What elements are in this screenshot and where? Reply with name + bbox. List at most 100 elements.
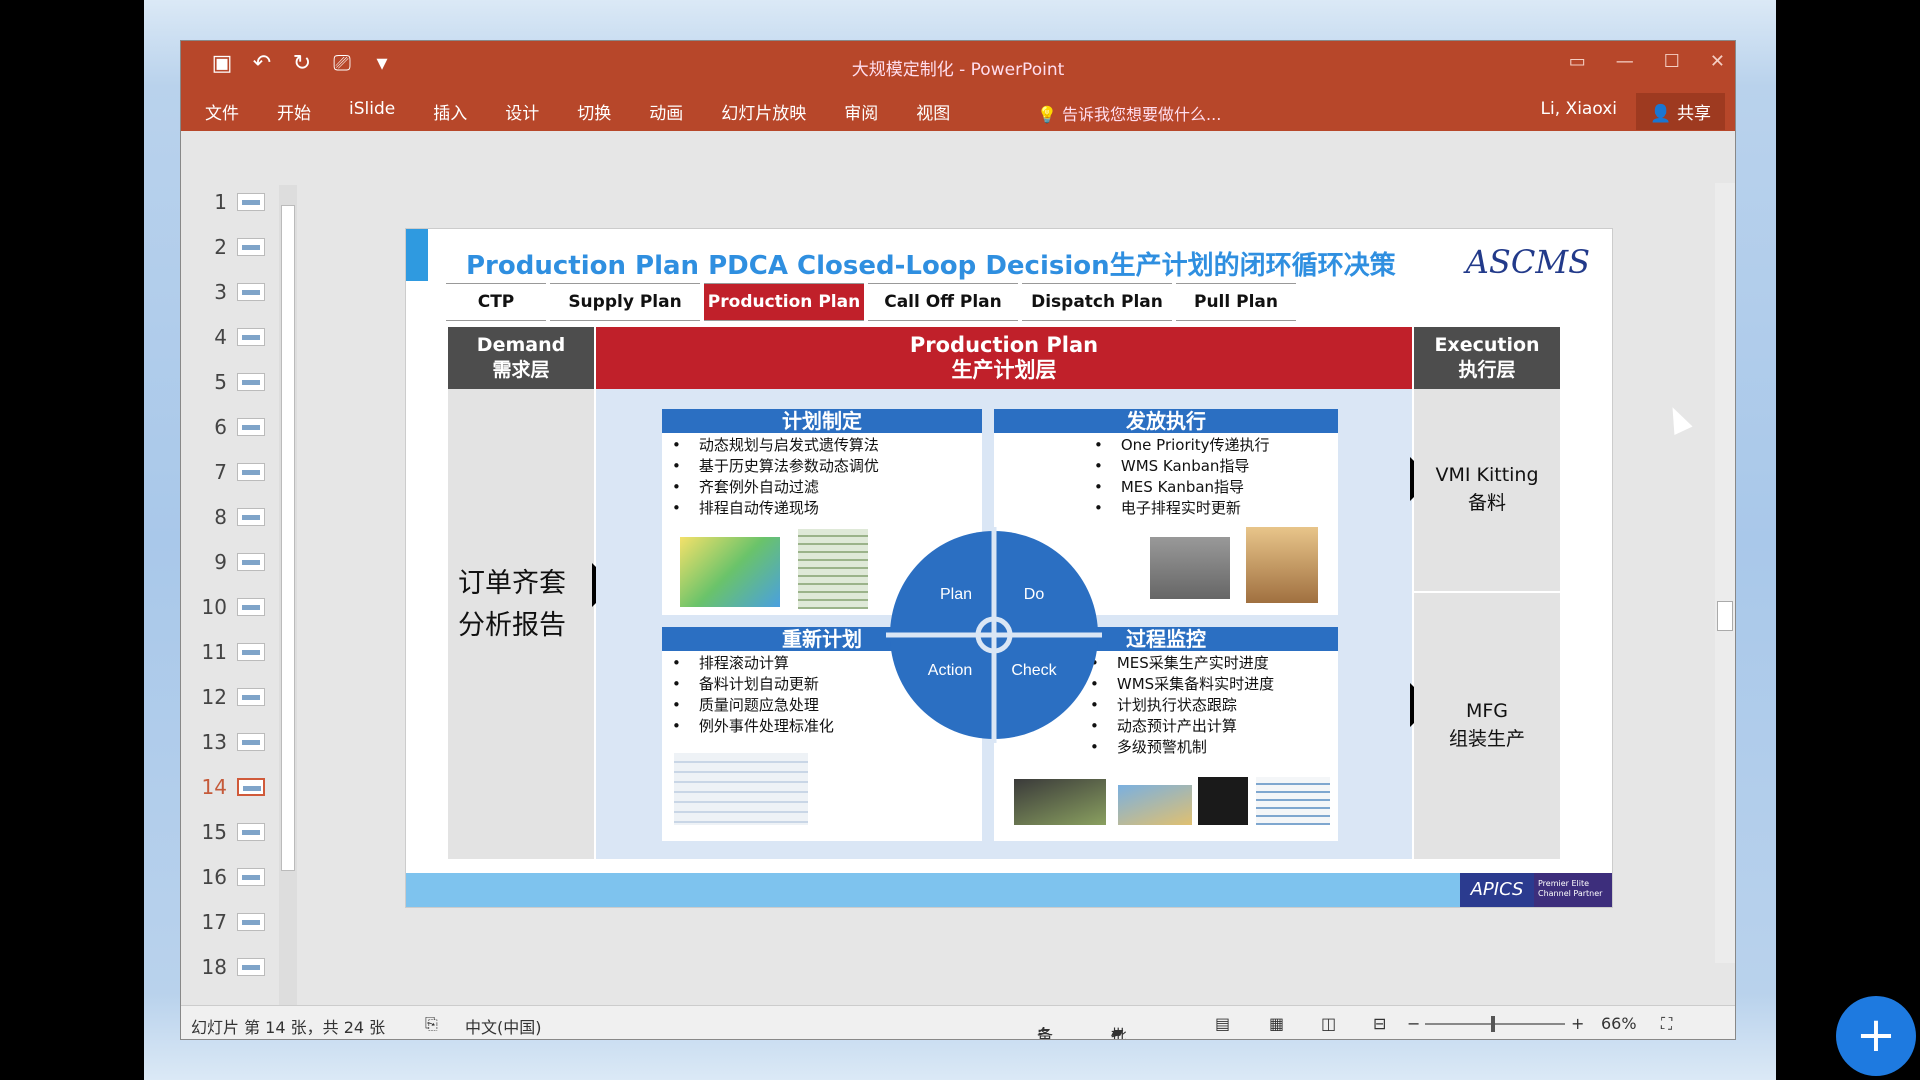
plan-header-en: Production Plan (909, 333, 1099, 357)
tab-transitions[interactable]: 切换 (577, 99, 611, 124)
partner-badge: Premier Elite Channel Partner (1534, 873, 1612, 907)
person-icon: 👤 (1650, 104, 1672, 124)
add-button[interactable]: + (1836, 996, 1916, 1076)
spellcheck-icon[interactable]: ⎘ (425, 1014, 438, 1034)
zoom-level[interactable]: 66% (1601, 1014, 1637, 1033)
slide-number: 16 (201, 865, 227, 889)
powerpoint-window: ▣ ↶ ↻ ⎚ ▾ 大规模定制化 - PowerPoint ▭ — ☐ ✕ 文件… (180, 40, 1736, 1040)
minimize-icon[interactable]: — (1616, 51, 1634, 72)
action-quadrant-list: 排程滚动计算 备料计划自动更新 质量问题应急处理 例外事件处理标准化 (672, 653, 834, 737)
close-icon[interactable]: ✕ (1710, 51, 1725, 72)
zoom-slider[interactable] (1425, 1023, 1565, 1025)
list-item: 例外事件处理标准化 (672, 716, 834, 737)
pdca-plan-label: Plan (940, 586, 972, 603)
share-button[interactable]: 👤 共享 (1636, 93, 1725, 130)
normal-view-icon[interactable]: ▤ (1215, 1014, 1230, 1033)
list-item: 质量问题应急处理 (672, 695, 834, 716)
share-label: 共享 (1677, 104, 1711, 124)
list-item: 多级预警机制 (1090, 737, 1274, 758)
list-item: MES采集生产实时进度 (1090, 653, 1274, 674)
vmi-kitting-en: VMI Kitting (1435, 464, 1539, 486)
tab-slideshow[interactable]: 幻灯片放映 (721, 99, 806, 124)
slide-preview (237, 373, 265, 391)
slide-sorter-icon[interactable]: ▦ (1269, 1014, 1284, 1033)
plan-header: Production Plan 生产计划层 (596, 327, 1412, 389)
scrollbar-thumb[interactable] (1717, 601, 1733, 631)
list-item: 基于历史算法参数动态调优 (672, 456, 879, 477)
notes-label: 备注 (1037, 1026, 1054, 1040)
mfg-en: MFG (1465, 700, 1509, 722)
slide-preview (237, 238, 265, 256)
ribbon-display-icon[interactable]: ▭ (1569, 51, 1586, 72)
scrollbar-thumb[interactable] (281, 205, 295, 871)
plan-header-cn: 生产计划层 (951, 358, 1057, 382)
production-line-image (1014, 779, 1106, 825)
fit-slide-icon[interactable]: ⛶ (1661, 1014, 1672, 1034)
list-item: WMS Kanban指导 (1094, 456, 1270, 477)
slideshow-icon[interactable]: ⊟ (1373, 1014, 1386, 1033)
worker-image (1246, 527, 1318, 603)
tab-home[interactable]: 开始 (277, 99, 311, 124)
title-bar: ▣ ↶ ↻ ⎚ ▾ 大规模定制化 - PowerPoint ▭ — ☐ ✕ (181, 41, 1735, 89)
demand-header-cn: 需求层 (492, 359, 550, 381)
execution-header-en: Execution (1434, 334, 1540, 356)
slide-scrollbar[interactable] (1715, 183, 1735, 963)
step-production-plan: Production Plan (704, 283, 864, 321)
tab-animations[interactable]: 动画 (649, 99, 683, 124)
step-supply-plan: Supply Plan (550, 283, 700, 321)
zoom-out-button[interactable]: − (1407, 1014, 1420, 1033)
slide-canvas[interactable]: Production Plan PDCA Closed-Loop Decisio… (405, 228, 1613, 908)
ascms-logo: ASCMS (1465, 243, 1590, 281)
slide-preview (237, 778, 265, 796)
pdca-do-segment (994, 531, 1098, 635)
step-dispatch-plan: Dispatch Plan (1022, 283, 1172, 321)
maximize-icon[interactable]: ☐ (1664, 51, 1680, 72)
do-quadrant-title: 发放执行 (994, 409, 1338, 433)
language-text[interactable]: 中文(中国) (465, 1014, 542, 1038)
status-bar: 幻灯片 第 14 张，共 24 张 ⎘ 中文(中国) ≐ 备注 ▰ 批注 ▤ ▦… (181, 1005, 1735, 1040)
tab-insert[interactable]: 插入 (433, 99, 467, 124)
slide-preview (237, 508, 265, 526)
thumbnail-scrollbar[interactable] (279, 185, 297, 1037)
slide-count-text: 幻灯片 第 14 张，共 24 张 (191, 1018, 386, 1037)
plus-icon: + (1855, 1007, 1897, 1063)
list-item: 排程自动传递现场 (672, 498, 879, 519)
lightbulb-icon: 💡 (1037, 105, 1057, 124)
mfg-cn: 组装生产 (1448, 728, 1525, 750)
tab-design[interactable]: 设计 (505, 99, 539, 124)
window-title: 大规模定制化 - PowerPoint (851, 60, 1065, 80)
ribbon-tabs: 文件 开始 iSlide 插入 设计 切换 动画 幻灯片放映 审阅 视图 💡 告… (181, 89, 1735, 131)
tab-review[interactable]: 审阅 (844, 99, 878, 124)
user-name[interactable]: Li, Xiaoxi (1541, 99, 1617, 119)
list-item: 电子排程实时更新 (1094, 498, 1270, 519)
execution-panel: VMI Kitting 备料 MFG 组装生产 (1414, 389, 1560, 859)
vmi-kitting-cn: 备料 (1467, 492, 1506, 514)
slide-preview (237, 193, 265, 211)
slide-number: 3 (214, 280, 227, 304)
slide-preview (237, 553, 265, 571)
tell-me-search[interactable]: 💡 告诉我您想要做什么... (1037, 101, 1221, 125)
reading-view-icon[interactable]: ◫ (1321, 1014, 1336, 1033)
tab-islide[interactable]: iSlide (349, 99, 395, 124)
slide-footer-bar (406, 873, 1612, 907)
tab-view[interactable]: 视图 (916, 99, 950, 124)
slide-preview (237, 688, 265, 706)
plan-quadrant-title: 计划制定 (662, 409, 982, 433)
tell-me-text: 告诉我您想要做什么... (1062, 105, 1222, 124)
pdca-plan-segment (890, 531, 994, 635)
pdca-action-label: Action (928, 662, 972, 679)
tab-file[interactable]: 文件 (205, 99, 239, 124)
title-accent-bar (406, 229, 428, 281)
slide-number: 5 (214, 370, 227, 394)
demand-header: Demand 需求层 (448, 327, 594, 389)
zoom-in-button[interactable]: + (1571, 1014, 1584, 1033)
comments-label: 批注 (1111, 1026, 1128, 1040)
demand-text: 订单齐套 分析报告 (458, 563, 566, 647)
zoom-slider-handle[interactable] (1491, 1016, 1495, 1032)
slide-preview (237, 913, 265, 931)
slide-number: 13 (201, 730, 227, 754)
slide-preview (237, 463, 265, 481)
execution-header: Execution 执行层 (1414, 327, 1560, 389)
list-item: 齐套例外自动过滤 (672, 477, 879, 498)
slide-preview (237, 643, 265, 661)
